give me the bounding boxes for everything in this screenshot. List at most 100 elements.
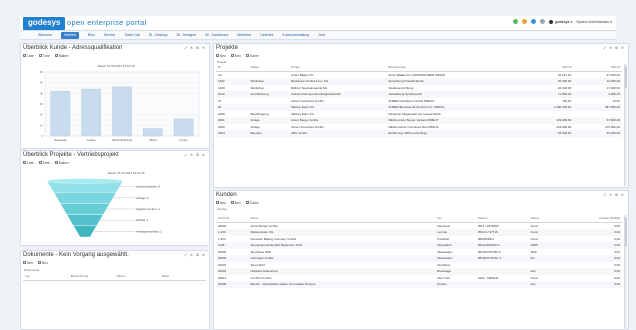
table-cell: Hannover	[437, 223, 451, 228]
column-header[interactable]: Wert €	[508, 64, 574, 72]
funnel-segment-4	[73, 225, 97, 238]
projects-scrollbar[interactable]	[624, 64, 627, 186]
bar-anlage	[81, 88, 101, 137]
table-cell	[475, 281, 529, 288]
bar-view-button[interactable]: Balken	[54, 160, 69, 165]
nav-item-vertrieb[interactable]: Vertrieb	[61, 31, 79, 39]
panel-toolbar: Neu Neu Suche	[216, 200, 259, 205]
customers-table-body: 20004 Anton Berger GmbH Hannover 0511 / 267…	[216, 222, 622, 288]
list-icon	[23, 54, 26, 57]
panel-tools[interactable]: ⤢ ✕ ⚙ ✕	[184, 253, 206, 257]
column-header[interactable]: Ort	[435, 215, 476, 223]
column-header[interactable]: Typ	[23, 273, 69, 281]
panel-tools[interactable]: ⤢ ✕ ⚙ ✕	[603, 46, 625, 50]
column-header[interactable]: Bezeichnung	[386, 64, 509, 72]
panel-dokumente: Dokumente - Kein Vorgang ausgewählt. ⤢ ✕…	[20, 250, 210, 330]
panel-title: Überblick Projekte - Vertriebsprojekt	[23, 152, 119, 158]
panel-tools[interactable]: ⤢ ✕ ⚙ ✕	[184, 153, 206, 157]
y-tick-label: 30	[40, 102, 43, 106]
user-menu[interactable]: godesys ▾	[549, 19, 573, 24]
new-label: Neu	[220, 53, 226, 58]
funnel-label: Auftrag: 1	[136, 218, 149, 222]
new-project-button[interactable]: Neu	[216, 54, 226, 58]
list-icon	[23, 161, 26, 164]
bar-pflicht	[143, 128, 163, 137]
user-label: godesys ▾	[555, 19, 573, 24]
column-header[interactable]: Datum	[114, 273, 161, 281]
search-icon	[245, 54, 249, 57]
new-customer-button[interactable]: Neu	[230, 201, 241, 205]
table-cell: Einführung CRM und Auftrag	[386, 130, 509, 137]
y-tick-label: 50	[40, 81, 43, 85]
nav-item-welcome[interactable]: Welcome	[38, 31, 52, 40]
main-nav: Welcome Vertrieb Büro Service Ticket Call BI …	[20, 31, 616, 40]
table-row[interactable]: 2004 Beendet ABC GmbH Einführung CRM und Au…	[216, 130, 622, 137]
list-view-button[interactable]: Liste	[23, 161, 34, 165]
nav-item-kulanzverwaltung[interactable]: Kulanzverwaltung	[282, 31, 309, 40]
search-project-button[interactable]: Suche	[245, 53, 259, 58]
customers-scroll-thumb[interactable]	[625, 217, 627, 247]
search-customer-button[interactable]: Suche	[245, 200, 259, 205]
search-label: Suche	[249, 200, 259, 205]
company-logo[interactable]: godesys	[23, 17, 66, 30]
panel-toolbar: Liste Torte Balken	[23, 160, 69, 165]
nav-item-bi-designer[interactable]: BI - Designer	[177, 31, 197, 40]
column-header[interactable]: Telefon	[475, 215, 529, 223]
new-customer-button[interactable]: Neu	[216, 201, 226, 205]
new-document-button[interactable]: Neu	[37, 261, 48, 265]
column-header[interactable]: Status	[528, 215, 566, 223]
top-bar: godesys open enterprise portal godesys ▾…	[20, 16, 616, 31]
table-cell: 1A	[218, 72, 222, 77]
column-header[interactable]: Nr.	[216, 64, 249, 72]
column-header[interactable]: Bezeichnung	[68, 273, 115, 281]
notification-icon[interactable]	[522, 19, 528, 24]
nav-item-bi-dashboard[interactable]: BI - Dashboard	[205, 31, 228, 40]
column-header[interactable]: Besit	[160, 273, 206, 281]
nav-item-ticket-call[interactable]: Ticket Call	[124, 31, 140, 40]
table-cell: 63.000,00	[508, 130, 574, 137]
column-header[interactable]: Name	[248, 215, 436, 223]
pie-view-button[interactable]: Torte	[38, 161, 50, 165]
new-document-button[interactable]: Neu	[23, 261, 33, 265]
projects-table: Nr. Status Kunde Bezeichnung Wert € Wert € 1A…	[216, 64, 622, 186]
panel-title: Projekte	[216, 45, 239, 51]
help-icon[interactable]	[540, 19, 546, 24]
pie-label: Torte	[42, 53, 50, 58]
nav-item-b-ro[interactable]: Büro	[88, 31, 95, 40]
nav-item-lieferant[interactable]: Lieferant	[260, 31, 273, 40]
nav-item-service[interactable]: Service	[104, 31, 115, 40]
portal-title: open enterprise portal	[67, 18, 147, 27]
column-header[interactable]: Wert €	[573, 64, 622, 72]
bar-label: Balken	[58, 160, 69, 165]
table-row[interactable]: 20004 Anton Berger GmbH Hannover 0511 / 267…	[216, 222, 622, 229]
funnel-label: Vertragsabschluss: 2	[136, 229, 162, 233]
customers-scrollbar[interactable]	[624, 215, 627, 329]
status-icon[interactable]	[513, 19, 519, 24]
table-row[interactable]: 20008 Bünder - Werkstätten Kaiser Kenneda…	[216, 281, 622, 288]
refresh-icon[interactable]	[531, 19, 537, 24]
table-row[interactable]: 1A Anton Bäake KG Anton Bäake KG 12%PARFUM…	[216, 71, 622, 78]
pie-view-button[interactable]: Torte	[38, 53, 50, 58]
panel-tools[interactable]: ⤢ ✕ ⚙ ✕	[184, 46, 206, 50]
bar-kunde	[173, 118, 194, 137]
column-header[interactable]: Umsatz 2011(€)	[565, 215, 622, 223]
projects-scroll-thumb[interactable]	[625, 66, 627, 88]
nav-item-bi-desktop[interactable]: BI - Desktop	[149, 31, 168, 40]
chart-title: Stand: 15.06.2012 15:14:45	[97, 64, 134, 68]
chart-title: Stand: 15.06.2012 15:14:45	[107, 171, 144, 175]
panel-tools[interactable]: ⤢ ✕ ⚙ ✕	[603, 193, 625, 197]
search-label: Suche	[249, 53, 259, 58]
column-header[interactable]: Kunde	[289, 64, 387, 72]
bar-view-button[interactable]: Balken	[54, 54, 69, 58]
table-cell: Kümbe	[435, 281, 476, 288]
new-project-button[interactable]: Neu	[230, 54, 241, 58]
table-cell: 42.317,62	[557, 72, 572, 77]
funnel-label: Angebot an dem: 4	[136, 207, 160, 211]
nav-item-jobs[interactable]: Jobs	[318, 31, 325, 40]
column-header[interactable]: Kund.Nr.	[216, 215, 249, 223]
system-menu[interactable]: System Administrator ▾	[576, 20, 612, 24]
list-view-button[interactable]: Liste	[23, 54, 34, 58]
column-header[interactable]: Status	[248, 64, 290, 72]
funnel-segment-3	[66, 214, 104, 226]
nav-item-workflow[interactable]: Workflow	[237, 31, 251, 40]
